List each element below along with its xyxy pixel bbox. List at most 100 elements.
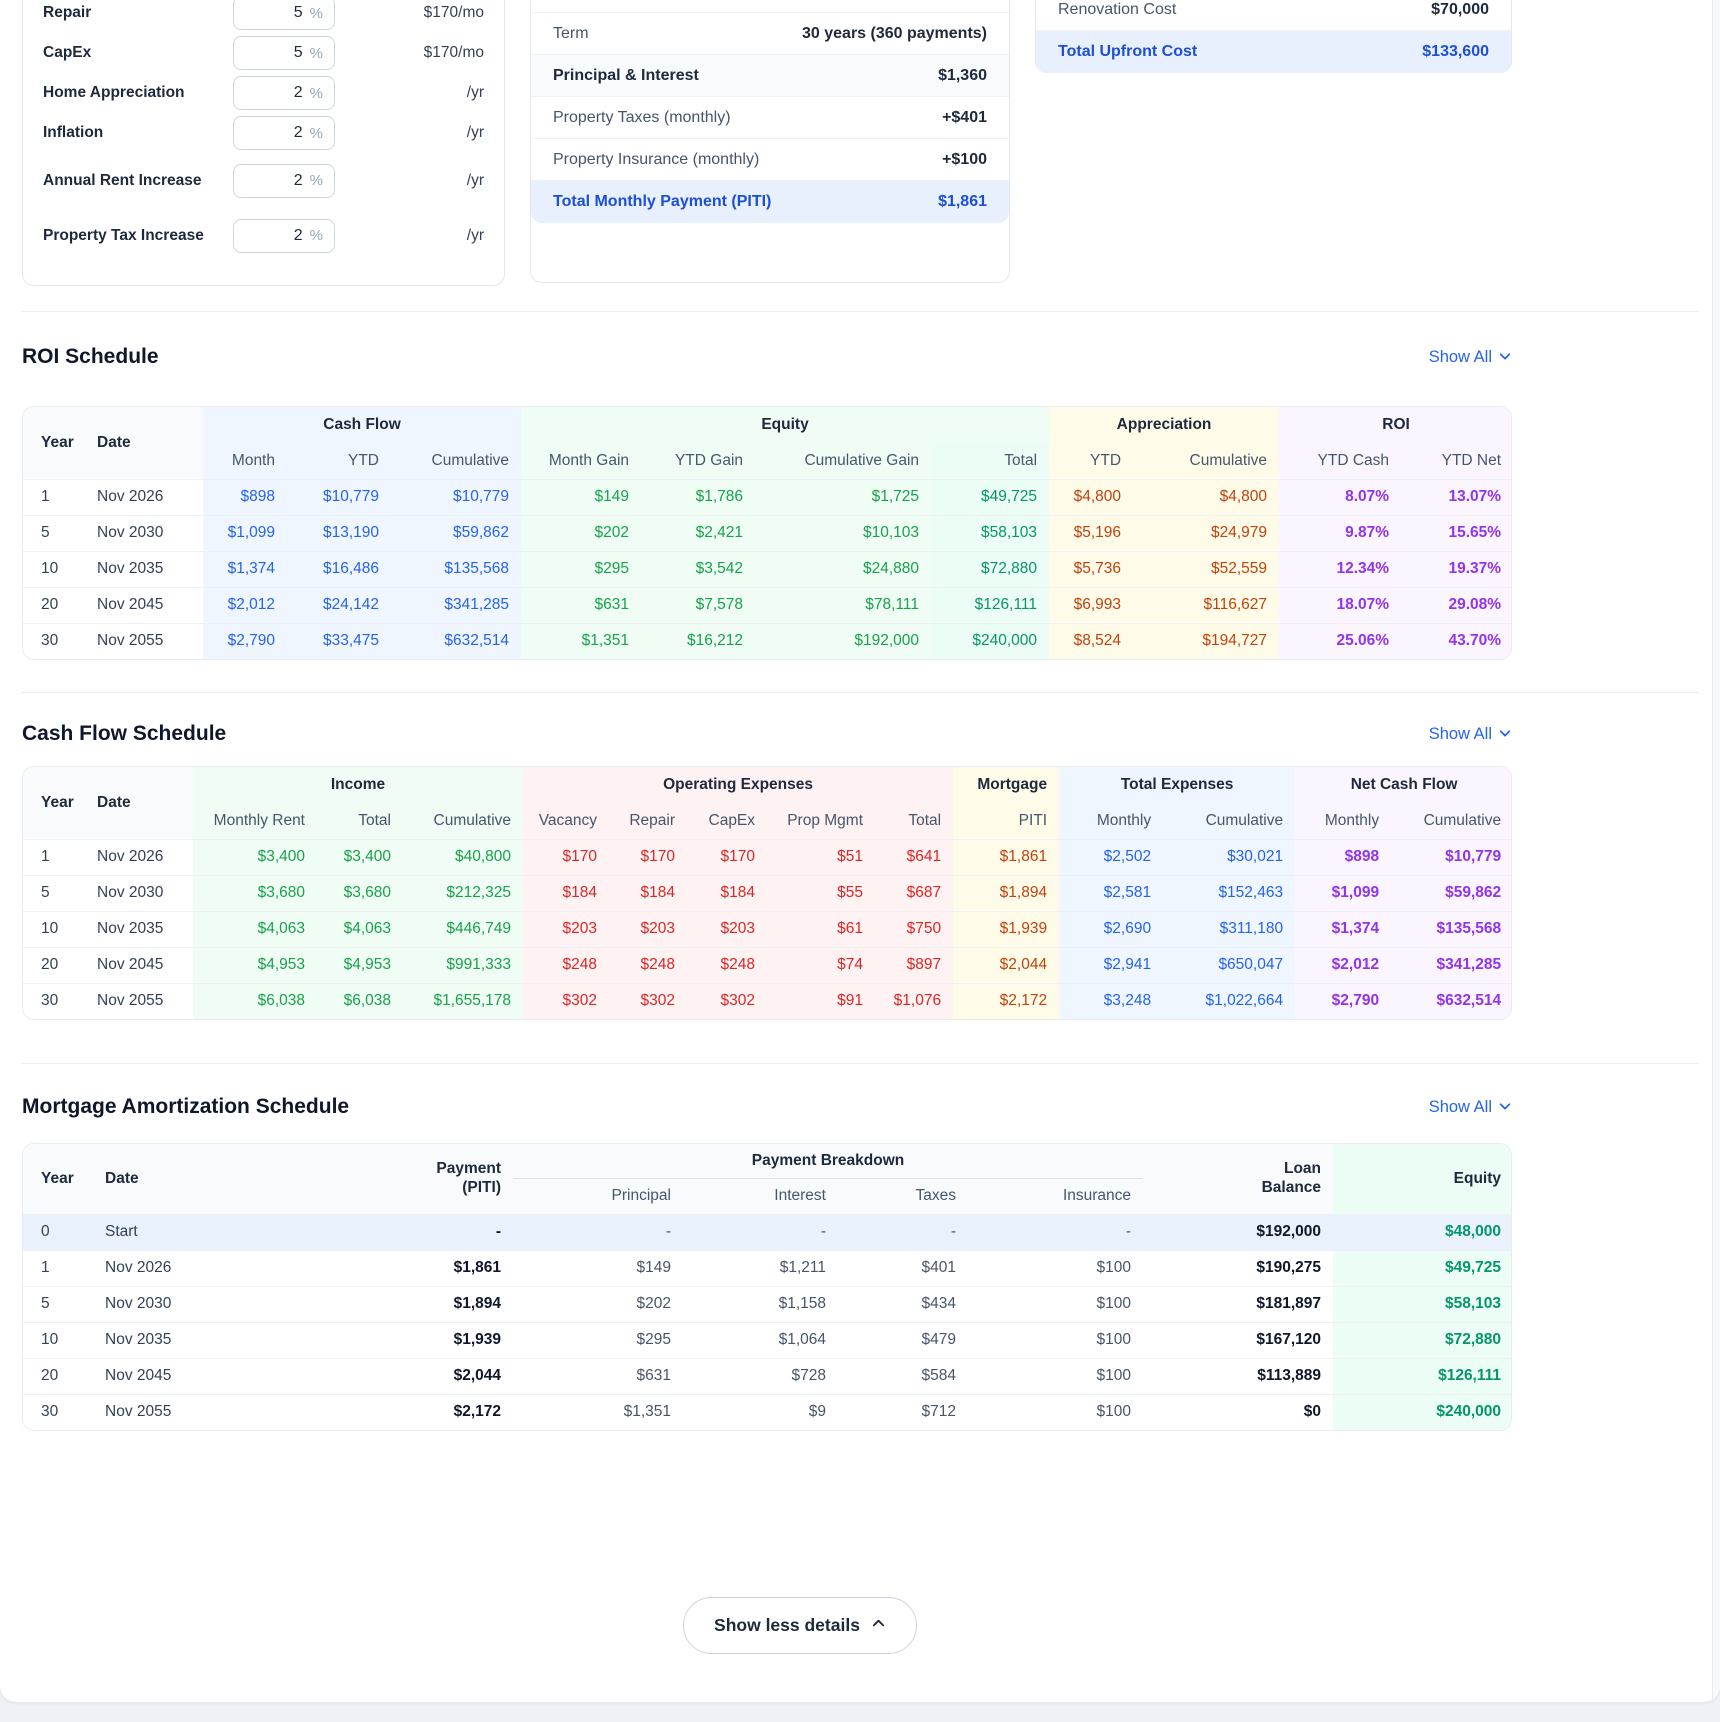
table-cell: 0 [23,1214,93,1250]
table-cell: $203 [523,911,609,947]
table-row: 30Nov 2055$6,038$6,038$1,655,178$302$302… [23,983,1512,1019]
percent-suffix: % [310,85,323,102]
percent-input-box[interactable]: % [233,116,335,150]
top-panels: Repair%$170/moCapEx%$170/moHome Apprecia… [22,0,1698,312]
table-cell: $49,725 [931,479,1049,515]
assumption-label: Property Tax Increase [43,226,233,245]
column-header: Date [85,407,203,479]
percent-input[interactable] [245,84,303,102]
table-cell: $48,000 [1333,1214,1512,1250]
table-cell: 43.70% [1401,623,1512,659]
summary-row: Total Upfront Cost$133,600 [1036,31,1511,73]
percent-input[interactable] [245,227,303,245]
column-header: Year [23,767,85,839]
table-cell: $55 [767,875,875,911]
table-cell: 25.06% [1279,623,1401,659]
table-cell: Nov 2026 [93,1250,273,1286]
table-cell: $212,325 [403,875,523,911]
roi-schedule-table: Year Date Cash Flow Equity Appreciation … [22,406,1512,660]
summary-row: Principal & Interest$1,360 [531,55,1009,97]
table-cell: $1,211 [683,1250,838,1286]
percent-input-box[interactable]: % [233,219,335,253]
table-cell: $632,514 [391,623,521,659]
percent-suffix: % [310,172,323,189]
column-header: Monthly [1295,803,1391,839]
column-header: Monthly Rent [193,803,317,839]
summary-label: Principal & Interest [553,67,699,85]
percent-input[interactable] [245,44,303,62]
table-cell: 5 [23,875,85,911]
table-cell: $1,099 [203,515,287,551]
roi-show-all-link[interactable]: Show All [1429,347,1512,368]
table-cell: $401 [838,1250,968,1286]
table-cell: Nov 2026 [85,839,193,875]
column-header: YTD Net [1401,443,1512,479]
table-cell: $712 [838,1394,968,1430]
assumption-row: Home Appreciation%/yr [43,73,484,113]
table-cell: $641 [875,839,953,875]
column-header: Cumulative [1133,443,1279,479]
table-cell: $9 [683,1394,838,1430]
table-cell: $91 [767,983,875,1019]
table-cell: $126,111 [1333,1358,1512,1394]
amortization-show-all-link[interactable]: Show All [1429,1097,1512,1118]
table-cell: $631 [521,587,641,623]
table-cell: $135,568 [1391,911,1512,947]
column-header: Prop Mgmt [767,803,875,839]
percent-input[interactable] [245,124,303,142]
table-row: 20Nov 2045$2,044$631$728$584$100$113,889… [23,1358,1512,1394]
summary-row: Total Monthly Payment (PITI)$1,861 [531,181,1009,223]
percent-input-box[interactable]: % [233,76,335,110]
table-cell: $2,012 [203,587,287,623]
table-cell: $434 [838,1286,968,1322]
table-cell: $100 [968,1286,1143,1322]
percent-input-box[interactable]: % [233,0,335,30]
group-header: ROI [1279,407,1512,443]
show-less-details-button[interactable]: Show less details [683,1597,917,1654]
table-cell: $1,351 [513,1394,683,1430]
column-header: Vacancy [523,803,609,839]
percent-input-box[interactable]: % [233,36,335,70]
table-cell: $1,064 [683,1322,838,1358]
table-cell: $479 [838,1322,968,1358]
table-cell: 5 [23,515,85,551]
table-cell: $194,727 [1133,623,1279,659]
table-cell: $126,111 [931,587,1049,623]
chevron-down-icon [1498,1097,1512,1118]
table-cell: $991,333 [403,947,523,983]
summary-row: Property Insurance (monthly) +$100 [531,139,1009,181]
table-row: 10Nov 2035$1,939$295$1,064$479$100$167,1… [23,1322,1512,1358]
group-header: Equity [521,407,1049,443]
table-cell: $72,880 [1333,1322,1512,1358]
table-cell: $190,275 [1143,1250,1333,1286]
table-cell: $1,158 [683,1286,838,1322]
table-cell: - [513,1214,683,1250]
summary-value: +$100 [942,151,987,169]
percent-input[interactable] [245,4,303,22]
table-cell: $1,894 [953,875,1059,911]
group-header: Net Cash Flow [1295,767,1512,803]
cash-flow-schedule-title: Cash Flow Schedule [22,722,226,746]
table-cell: $2,172 [273,1394,513,1430]
table-cell: $2,044 [953,947,1059,983]
percent-input-box[interactable]: % [233,164,335,198]
table-cell: $311,180 [1163,911,1295,947]
group-header: Cash Flow [203,407,521,443]
table-cell: $7,578 [641,587,755,623]
summary-label: Property Insurance (monthly) [553,151,759,169]
table-cell: 30 [23,983,85,1019]
table-cell: $3,248 [1059,983,1163,1019]
table-cell: 29.08% [1401,587,1512,623]
column-header: Cumulative [1391,803,1512,839]
table-cell: $1,861 [273,1250,513,1286]
cash-flow-show-all-link[interactable]: Show All [1429,724,1512,745]
percent-input[interactable] [245,172,303,190]
table-cell: $6,993 [1049,587,1133,623]
chevron-up-icon [871,1615,886,1636]
scrollbar[interactable] [1712,0,1720,1702]
table-cell: $184 [687,875,767,911]
table-cell: $202 [521,515,641,551]
table-cell: $16,212 [641,623,755,659]
table-row: 0Start-----$192,000$48,000 [23,1214,1512,1250]
table-cell: $10,779 [391,479,521,515]
